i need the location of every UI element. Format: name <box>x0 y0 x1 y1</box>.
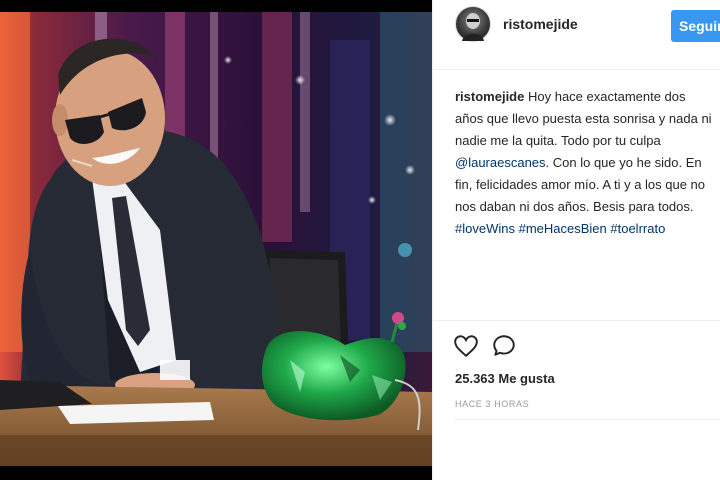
follow-button[interactable]: Seguir <box>671 10 720 42</box>
post-photo[interactable] <box>0 0 432 480</box>
comment-icon[interactable] <box>491 333 517 359</box>
hashtag-link[interactable]: #loveWins <box>455 221 515 236</box>
hashtag-link[interactable]: #meHacesBien <box>519 221 607 236</box>
caption-username[interactable]: ristomejide <box>455 89 524 104</box>
post-actions <box>433 320 720 358</box>
post-photo-illustration <box>0 12 432 466</box>
avatar-portrait-icon <box>462 13 484 41</box>
post-timestamp: HACE 3 HORAS <box>455 399 530 409</box>
post-header: ristomejide Seguir <box>433 0 720 70</box>
photo-top-bar <box>0 0 432 12</box>
likes-count[interactable]: 25.363 Me gusta <box>455 371 555 386</box>
heart-icon[interactable] <box>453 333 479 359</box>
hashtag-link[interactable]: #toelrrato <box>610 221 665 236</box>
photo-bottom-bar <box>0 466 432 480</box>
header-username[interactable]: ristomejide <box>503 16 578 32</box>
post-caption: ristomejide Hoy hace exactamente dos año… <box>455 86 717 240</box>
avatar[interactable] <box>455 6 491 42</box>
post-side-panel: ristomejide Seguir ristomejide Hoy hace … <box>432 0 720 480</box>
divider <box>455 419 720 420</box>
caption-mention-link[interactable]: @lauraescanes <box>455 155 546 170</box>
